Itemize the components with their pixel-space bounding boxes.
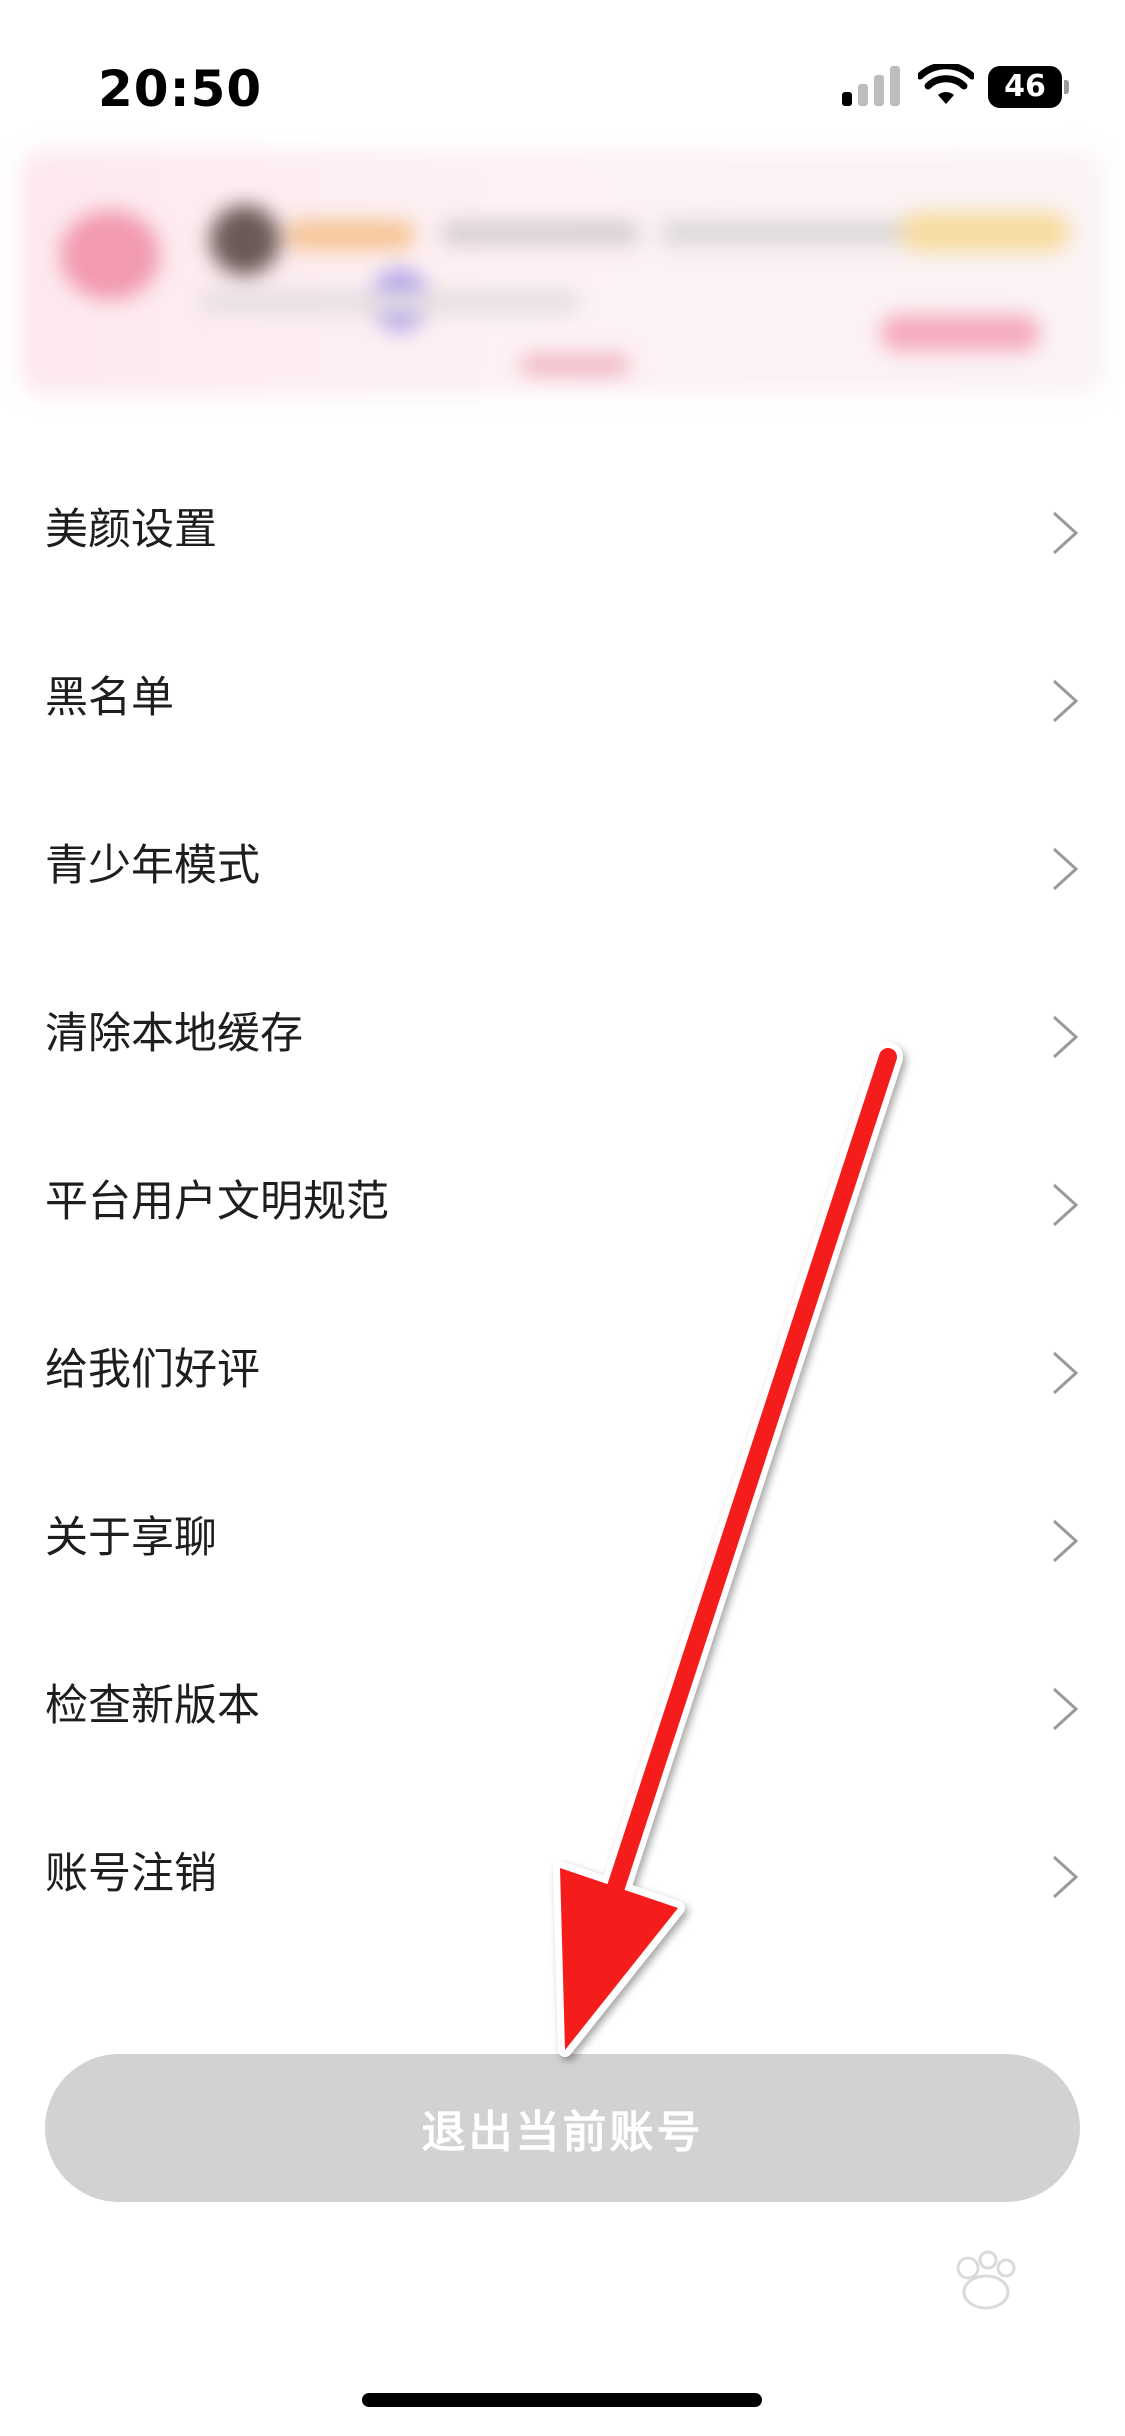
menu-item-label: 青少年模式	[45, 841, 260, 891]
menu-item-clear-cache[interactable]: 清除本地缓存	[0, 952, 1125, 1120]
menu-item-label: 黑名单	[45, 673, 174, 723]
menu-item-delete-account[interactable]: 账号注销	[0, 1792, 1125, 1960]
banner-blob	[880, 315, 1040, 351]
chevron-right-icon	[1052, 679, 1079, 723]
menu-item-community-guidelines[interactable]: 平台用户文明规范	[0, 1120, 1125, 1288]
chevron-right-icon	[1052, 1183, 1079, 1227]
chevron-right-icon	[1052, 847, 1079, 891]
banner-blob	[200, 290, 580, 314]
menu-item-label: 关于享聊	[45, 1513, 217, 1563]
chevron-right-icon	[1052, 1687, 1079, 1731]
menu-item-blacklist[interactable]: 黑名单	[0, 616, 1125, 784]
chevron-right-icon	[1052, 1855, 1079, 1899]
chevron-right-icon	[1052, 1015, 1079, 1059]
cellular-signal-icon	[842, 66, 900, 106]
wifi-icon	[918, 64, 974, 104]
promo-banner[interactable]	[20, 150, 1105, 395]
banner-blob	[440, 220, 640, 246]
banner-avatar	[210, 205, 280, 275]
menu-item-label: 清除本地缓存	[45, 1009, 303, 1059]
watermark-logo	[956, 2250, 1016, 2310]
banner-blob	[285, 220, 415, 250]
banner-blob	[660, 220, 910, 246]
battery-icon: 46	[988, 66, 1069, 108]
banner-blob	[900, 212, 1070, 252]
status-bar: 20:50 46	[0, 0, 1125, 150]
chevron-right-icon	[1052, 511, 1079, 555]
menu-item-beauty-settings[interactable]: 美颜设置	[0, 448, 1125, 616]
menu-item-label: 给我们好评	[45, 1345, 260, 1395]
home-indicator[interactable]	[362, 2393, 762, 2407]
menu-item-rate-us[interactable]: 给我们好评	[0, 1288, 1125, 1456]
logout-button[interactable]: 退出当前账号	[45, 2054, 1080, 2202]
banner-blob	[520, 355, 630, 375]
chevron-right-icon	[1052, 1519, 1079, 1563]
battery-level: 46	[1004, 69, 1046, 104]
menu-item-about[interactable]: 关于享聊	[0, 1456, 1125, 1624]
menu-item-check-update[interactable]: 检查新版本	[0, 1624, 1125, 1792]
chevron-right-icon	[1052, 1351, 1079, 1395]
menu-item-teen-mode[interactable]: 青少年模式	[0, 784, 1125, 952]
menu-item-label: 美颜设置	[45, 505, 217, 555]
settings-menu: 美颜设置 黑名单 青少年模式 清除本地缓存 平台用户文明规范 给我们好评 关于享…	[0, 448, 1125, 1960]
menu-item-label: 检查新版本	[45, 1681, 260, 1731]
banner-blob	[60, 210, 160, 300]
menu-item-label: 平台用户文明规范	[45, 1177, 389, 1227]
battery-cap	[1064, 80, 1069, 94]
menu-item-label: 账号注销	[45, 1849, 217, 1899]
status-time: 20:50	[98, 60, 263, 118]
